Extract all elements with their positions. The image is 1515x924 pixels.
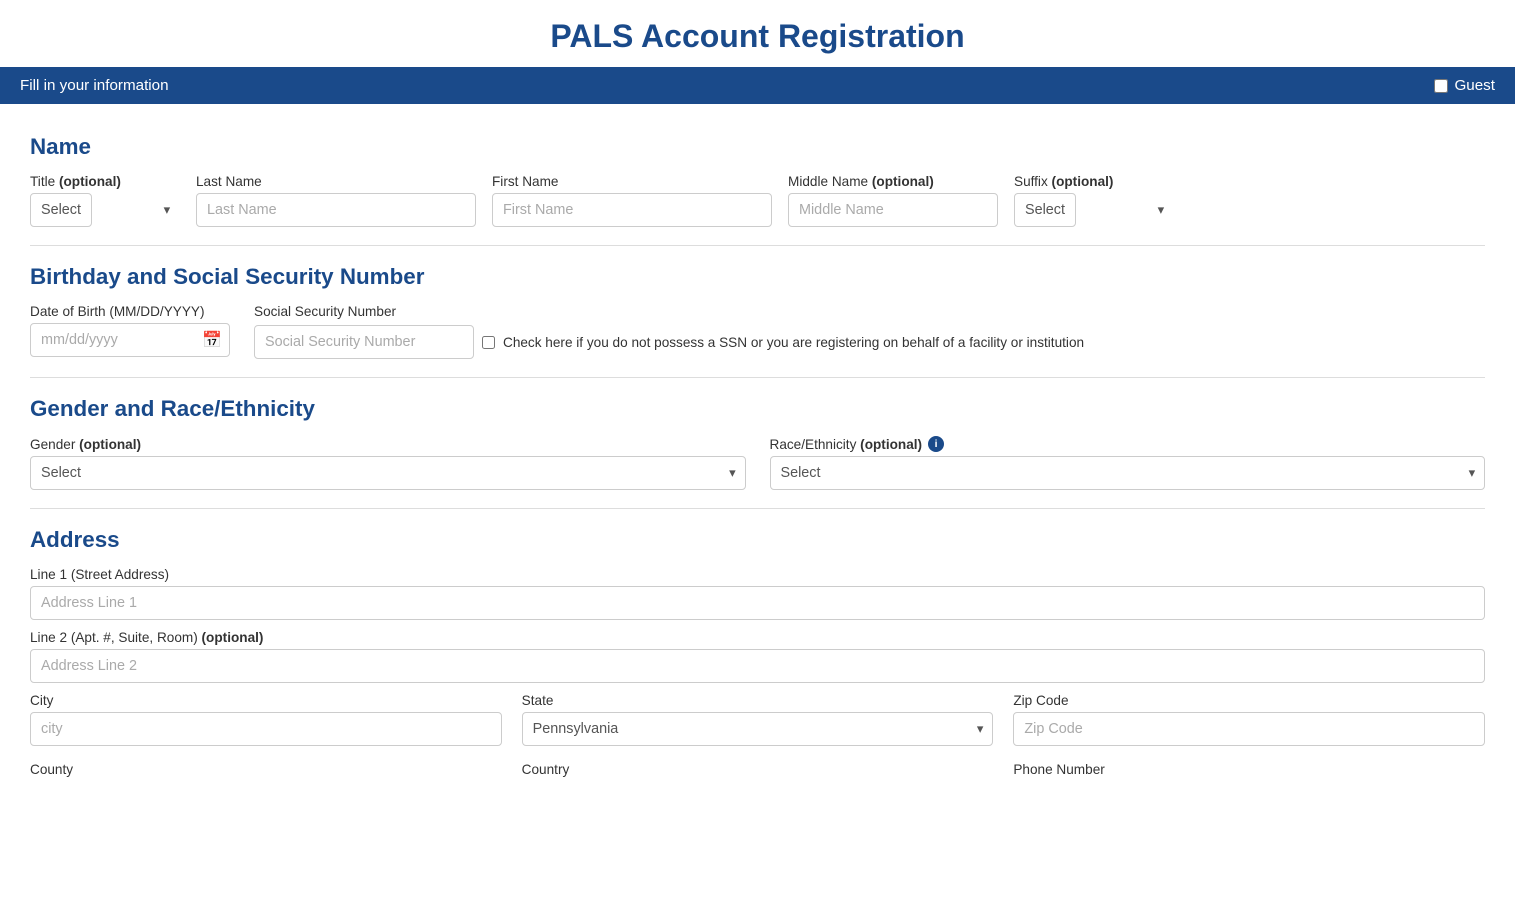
address-line1-group: Line 1 (Street Address) [30,567,1485,620]
middle-name-label: Middle Name (optional) [788,174,998,189]
guest-section: Guest [1434,77,1495,94]
birthday-section-title: Birthday and Social Security Number [30,264,1485,290]
title-field-group: Title (optional) Select Mr. Mrs. Ms. Dr.… [30,174,180,227]
county-label: County [30,762,502,777]
city-label: City [30,693,502,708]
state-label: State [522,693,994,708]
address-line2-label: Line 2 (Apt. #, Suite, Room) (optional) [30,630,1485,645]
header-bar: Fill in your information Guest [0,67,1515,104]
guest-checkbox[interactable] [1434,79,1448,93]
calendar-icon[interactable]: 📅 [202,330,222,350]
ssn-label: Social Security Number [254,304,1084,319]
phone-field-group: Phone Number [1013,762,1485,777]
form-body: Name Title (optional) Select Mr. Mrs. Ms… [0,104,1515,797]
last-name-label: Last Name [196,174,476,189]
title-select[interactable]: Select Mr. Mrs. Ms. Dr. Prof. [30,193,92,227]
ssn-check-row: Check here if you do not possess a SSN o… [254,325,1084,359]
country-field-group: Country [522,762,994,777]
dob-label: Date of Birth (MM/DD/YYYY) [30,304,230,319]
ssn-check-label: Check here if you do not possess a SSN o… [503,335,1084,350]
race-select-wrapper: Select American Indian or Alaska Native … [770,456,1486,490]
address-line1-label: Line 1 (Street Address) [30,567,1485,582]
gender-race-row: Gender (optional) Select Male Female Non… [30,436,1485,490]
race-field-group: Race/Ethnicity (optional) i Select Ameri… [770,436,1486,490]
title-label: Title (optional) [30,174,180,189]
gender-select-wrapper: Select Male Female Non-binary Prefer not… [30,456,746,490]
city-state-zip-row: City State Pennsylvania Alabama Alaska A… [30,693,1485,746]
address-line1-input[interactable] [30,586,1485,620]
page-title: PALS Account Registration [0,0,1515,67]
state-field-group: State Pennsylvania Alabama Alaska Arizon… [522,693,994,746]
county-country-phone-row: County Country Phone Number [30,762,1485,777]
race-select[interactable]: Select American Indian or Alaska Native … [770,456,1486,490]
ssn-field-group: Social Security Number Check here if you… [254,304,1084,359]
name-row: Title (optional) Select Mr. Mrs. Ms. Dr.… [30,174,1485,227]
suffix-label: Suffix (optional) [1014,174,1174,189]
dob-input[interactable] [30,323,230,357]
dob-field-group: Date of Birth (MM/DD/YYYY) 📅 [30,304,230,357]
name-section-title: Name [30,134,1485,160]
state-select-wrapper: Pennsylvania Alabama Alaska Arizona Arka… [522,712,994,746]
gender-select[interactable]: Select Male Female Non-binary Prefer not… [30,456,746,490]
city-field-group: City [30,693,502,746]
birthday-row: Date of Birth (MM/DD/YYYY) 📅 Social Secu… [30,304,1485,359]
county-field-group: County [30,762,502,777]
ssn-input[interactable] [254,325,474,359]
city-input[interactable] [30,712,502,746]
race-info-icon[interactable]: i [928,436,944,452]
suffix-select-wrapper: Select Jr. Sr. II III IV [1014,193,1174,227]
dob-wrapper: 📅 [30,323,230,357]
last-name-input[interactable] [196,193,476,227]
phone-label: Phone Number [1013,762,1485,777]
zip-label: Zip Code [1013,693,1485,708]
state-select[interactable]: Pennsylvania Alabama Alaska Arizona Arka… [522,712,994,746]
race-label-row: Race/Ethnicity (optional) i [770,436,1486,452]
middle-name-input[interactable] [788,193,998,227]
suffix-field-group: Suffix (optional) Select Jr. Sr. II III … [1014,174,1174,227]
first-name-input[interactable] [492,193,772,227]
middle-name-field-group: Middle Name (optional) [788,174,998,227]
address-section-title: Address [30,527,1485,553]
first-name-label: First Name [492,174,772,189]
ssn-checkbox[interactable] [482,336,495,349]
address-line2-group: Line 2 (Apt. #, Suite, Room) (optional) [30,630,1485,683]
first-name-field-group: First Name [492,174,772,227]
suffix-select[interactable]: Select Jr. Sr. II III IV [1014,193,1076,227]
zip-field-group: Zip Code [1013,693,1485,746]
country-label: Country [522,762,994,777]
gender-field-group: Gender (optional) Select Male Female Non… [30,437,746,490]
fill-info-label: Fill in your information [20,77,169,94]
last-name-field-group: Last Name [196,174,476,227]
title-select-wrapper: Select Mr. Mrs. Ms. Dr. Prof. [30,193,180,227]
address-line2-input[interactable] [30,649,1485,683]
gender-race-section-title: Gender and Race/Ethnicity [30,396,1485,422]
guest-label: Guest [1454,77,1495,94]
gender-label: Gender (optional) [30,437,746,452]
race-label: Race/Ethnicity (optional) [770,437,923,452]
zip-input[interactable] [1013,712,1485,746]
